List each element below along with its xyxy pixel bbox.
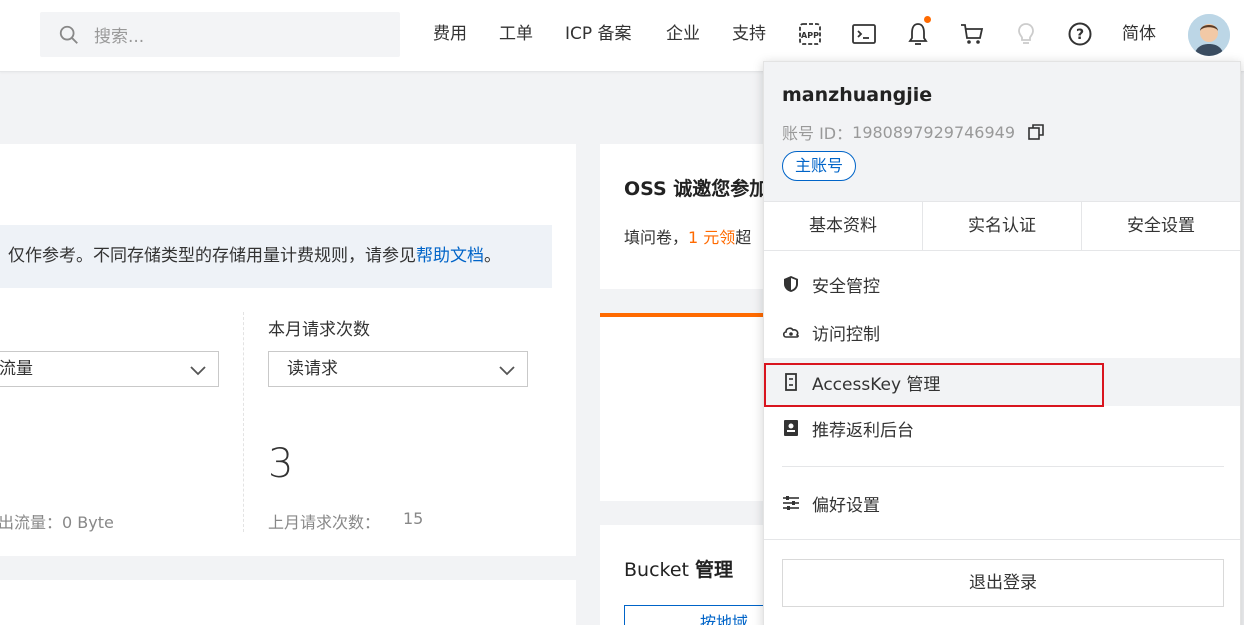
usage-card: 仅作参考。不同存储类型的存储用量计费规则，请参见帮助文档。 流量 出流量：0 B… — [0, 144, 576, 556]
requests-label: 本月请求次数 — [268, 320, 370, 340]
account-id-row: 账号 ID： 1980897929746949 — [782, 120, 1045, 144]
menu-item-label: 安全管控 — [812, 276, 880, 297]
app-icon[interactable]: APP — [796, 20, 824, 48]
search-input[interactable]: 搜索... — [94, 22, 144, 47]
nav-link-support[interactable]: 支持 — [732, 22, 766, 46]
help-doc-link[interactable]: 帮助文档 — [416, 246, 484, 266]
svg-text:APP: APP — [801, 31, 819, 40]
tab-real-name[interactable]: 实名认证 — [923, 202, 1082, 250]
usage-notice: 仅作参考。不同存储类型的存储用量计费规则，请参见帮助文档。 — [0, 225, 552, 288]
svg-text:?: ? — [1076, 27, 1084, 43]
account-id: 1980897929746949 — [852, 122, 1016, 142]
menu-item-accesskey[interactable]: AccessKey 管理 — [764, 358, 1240, 406]
nav-link-fees[interactable]: 费用 — [433, 22, 467, 46]
menu-item-referral[interactable]: 推荐返利后台 — [764, 404, 1240, 452]
cart-icon[interactable] — [958, 20, 986, 48]
requests-value: 3 — [268, 441, 294, 487]
promo-highlight[interactable]: 1 元领 — [688, 228, 735, 247]
account-id-label: 账号 ID： — [782, 124, 853, 143]
traffic-type-value: 流量 — [0, 359, 33, 379]
chevron-down-icon — [499, 366, 515, 376]
promo-text: 填问卷，1 元领超 — [624, 224, 751, 248]
bulb-icon[interactable] — [1012, 20, 1040, 48]
language-switch[interactable]: 简体 — [1122, 22, 1156, 46]
chevron-down-icon — [190, 366, 206, 376]
nav-link-tickets[interactable]: 工单 — [499, 22, 533, 46]
bell-icon[interactable] — [904, 16, 932, 48]
request-type-value: 读请求 — [287, 359, 338, 379]
lower-card — [0, 580, 576, 625]
request-type-select[interactable]: 读请求 — [268, 351, 528, 387]
username: manzhuangjie — [782, 84, 933, 106]
tab-basic-info[interactable]: 基本资料 — [764, 202, 923, 250]
notice-end: 。 — [484, 246, 501, 266]
account-tabs: 基本资料 实名认证 安全设置 — [764, 201, 1240, 251]
promo-text-post: 超 — [735, 228, 752, 247]
promo-card: OSS 诚邀您参加 填问卷，1 元领超 — [600, 144, 776, 289]
bucket-title-bold: 管理 — [695, 559, 734, 581]
key-icon — [782, 373, 800, 391]
promo-title: OSS 诚邀您参加 — [624, 178, 769, 200]
notice-text: 仅作参考。不同存储类型的存储用量计费规则，请参见 — [8, 246, 416, 266]
search-icon — [59, 25, 78, 44]
menu-item-access-control[interactable]: 访问控制 — [764, 308, 1240, 356]
footer-divider — [764, 539, 1240, 540]
menu-item-label: 偏好设置 — [812, 495, 880, 516]
menu-item-security-control[interactable]: 安全管控 — [764, 260, 1240, 308]
primary-account-badge: 主账号 — [782, 151, 857, 181]
menu-item-label: 推荐返利后台 — [812, 420, 914, 441]
avatar[interactable] — [1188, 14, 1230, 56]
book-icon — [782, 419, 800, 437]
nav-link-enterprise[interactable]: 企业 — [666, 22, 700, 46]
outbound-traffic: 出流量：0 Byte — [0, 513, 114, 532]
bucket-title-pre: Bucket — [624, 559, 696, 581]
bucket-card: Bucket 管理 按地域 — [600, 525, 824, 625]
highlight-card — [600, 313, 776, 501]
promo-text-pre: 填问卷， — [624, 228, 689, 247]
last-month-label: 上月请求次数： — [268, 513, 381, 532]
notification-dot — [924, 16, 931, 23]
menu-item-preferences[interactable]: 偏好设置 — [764, 479, 1240, 527]
last-month-value: 15 — [403, 509, 424, 528]
menu-item-label: AccessKey 管理 — [812, 374, 941, 395]
account-header: manzhuangjie 账号 ID： 1980897929746949 主账号 — [764, 62, 1240, 201]
column-divider — [243, 312, 244, 532]
search-box[interactable]: 搜索... — [40, 12, 400, 57]
help-icon[interactable]: ? — [1066, 20, 1094, 48]
shield-icon — [782, 275, 800, 293]
tab-security-settings[interactable]: 安全设置 — [1082, 202, 1240, 250]
logout-button[interactable]: 退出登录 — [782, 559, 1224, 607]
menu-divider — [782, 466, 1224, 467]
bucket-title: Bucket 管理 — [624, 555, 733, 582]
nav-link-icp[interactable]: ICP 备案 — [565, 22, 632, 46]
sliders-icon — [782, 494, 800, 512]
cloud-icon — [782, 323, 800, 341]
terminal-icon[interactable] — [850, 20, 878, 48]
menu-item-label: 访问控制 — [812, 324, 880, 345]
traffic-type-select[interactable]: 流量 — [0, 351, 219, 387]
copy-icon[interactable] — [1027, 123, 1045, 141]
account-dropdown: manzhuangjie 账号 ID： 1980897929746949 主账号… — [763, 61, 1241, 625]
